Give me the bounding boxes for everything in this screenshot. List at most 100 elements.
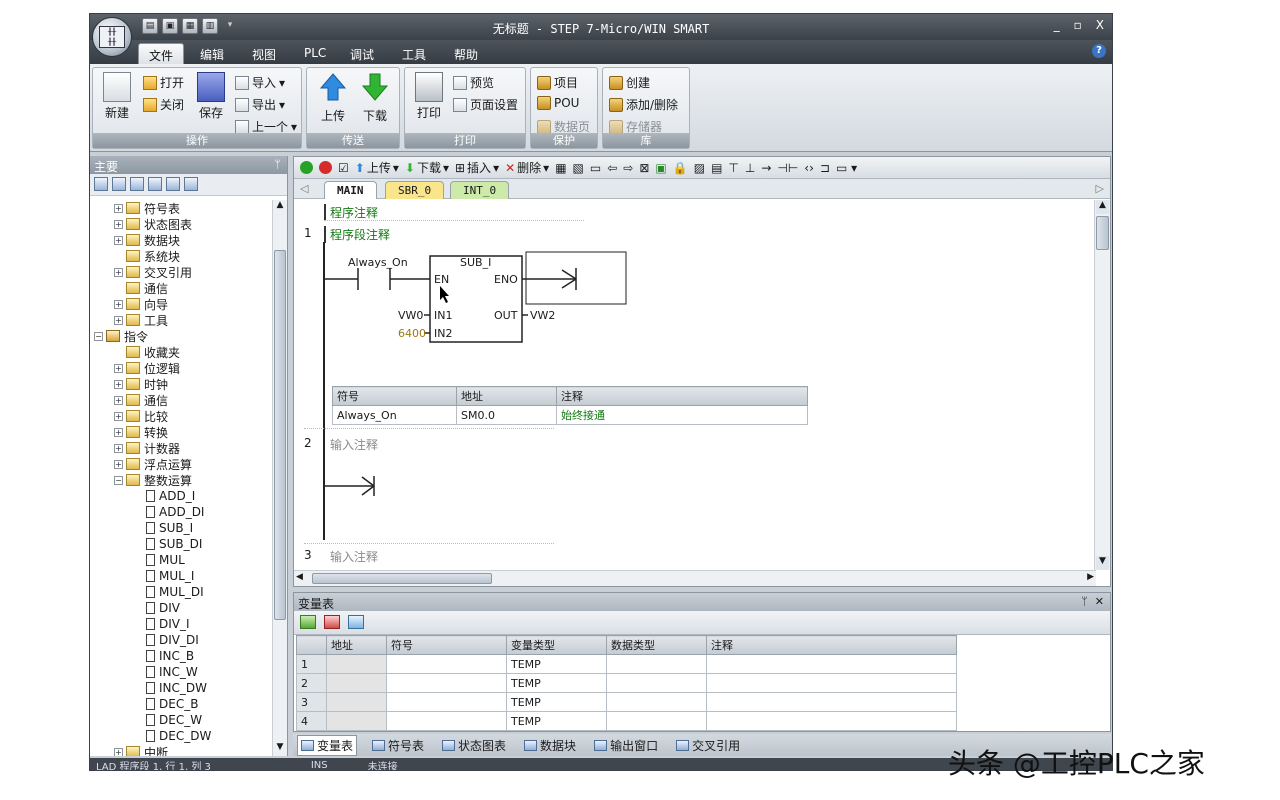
preview-button[interactable]: 预览	[453, 74, 494, 91]
create-library-button[interactable]: 创建	[609, 74, 650, 91]
tree-node[interactable]: + 比较	[90, 408, 272, 424]
tree-node[interactable]: MUL_I	[90, 568, 272, 584]
expand-icon[interactable]: +	[114, 203, 123, 213]
tree-node[interactable]: + 状态图表	[90, 216, 272, 232]
menu-tab-view[interactable]: 视图	[242, 43, 286, 64]
branch-up-icon[interactable]: ⊥	[745, 161, 755, 175]
tab-data-block[interactable]: 数据块	[521, 736, 579, 755]
export-button[interactable]: 导出 ▾	[235, 96, 285, 113]
table-row[interactable]: 3 TEMP	[296, 692, 957, 712]
tree-node[interactable]: 通信	[90, 280, 272, 296]
editor-download-button[interactable]: ⬇ 下载 ▾	[405, 159, 449, 176]
delete-box-icon[interactable]: ⊠	[639, 161, 649, 175]
comment-icon[interactable]: ▭ ▾	[836, 161, 857, 175]
cell-data-type[interactable]	[606, 692, 707, 712]
cell-comment[interactable]	[706, 654, 957, 674]
expand-icon[interactable]: +	[114, 427, 123, 437]
tree-node[interactable]: SUB_I	[90, 520, 272, 536]
cell-address[interactable]	[326, 673, 387, 693]
expand-icon[interactable]: +	[114, 747, 123, 756]
cell-var-type[interactable]: TEMP	[506, 673, 607, 693]
network-icon[interactable]: ▧	[573, 161, 584, 175]
contact-icon[interactable]: ⊣⊢	[777, 161, 798, 175]
delete-row-icon[interactable]	[324, 615, 340, 629]
tree-node[interactable]: INC_W	[90, 664, 272, 680]
tree-node[interactable]: DEC_W	[90, 712, 272, 728]
cell-address[interactable]	[326, 654, 387, 674]
editor-horizontal-scrollbar[interactable]: ◀ ▶	[294, 570, 1096, 586]
view-icon-3[interactable]	[130, 177, 144, 191]
tree-node[interactable]: + 数据块	[90, 232, 272, 248]
view-icon-1[interactable]	[94, 177, 108, 191]
close-button[interactable]: X	[1096, 18, 1104, 32]
tab-int-0[interactable]: INT_0	[450, 181, 510, 199]
scroll-right-icon[interactable]: ▶	[1087, 572, 1094, 582]
table-icon[interactable]: ▤	[711, 161, 722, 175]
table-row[interactable]: 2 TEMP	[296, 673, 957, 693]
expand-icon[interactable]: +	[114, 363, 123, 373]
tree-node[interactable]: + 符号表	[90, 200, 272, 216]
branch-down-icon[interactable]: ⊤	[728, 161, 738, 175]
insert-row-icon[interactable]	[300, 615, 316, 629]
out-operand[interactable]: VW2	[530, 309, 555, 322]
tree-node[interactable]: + 通信	[90, 392, 272, 408]
menu-tab-tools[interactable]: 工具	[392, 43, 436, 64]
expand-icon[interactable]: +	[114, 443, 123, 453]
scroll-down-icon[interactable]: ▼	[1096, 556, 1109, 570]
tree-node[interactable]: DEC_DW	[90, 728, 272, 744]
menu-tab-plc[interactable]: PLC	[294, 43, 336, 64]
cell-var-type[interactable]: TEMP	[506, 654, 607, 674]
tree-node[interactable]: + 浮点运算	[90, 456, 272, 472]
tree-node[interactable]: SUB_DI	[90, 536, 272, 552]
pin-icon[interactable]: ᛘ	[1081, 595, 1088, 608]
cell-comment[interactable]	[706, 673, 957, 693]
network-2-comment[interactable]: 输入注释	[330, 436, 378, 453]
tree-node[interactable]: 收藏夹	[90, 344, 272, 360]
tree-scroll-thumb[interactable]	[274, 250, 286, 620]
cell-symbol[interactable]	[386, 673, 507, 693]
box-icon[interactable]: ▭	[590, 161, 601, 175]
stop-icon[interactable]	[319, 161, 332, 174]
tree-node[interactable]: MUL	[90, 552, 272, 568]
maximize-button[interactable]: ▫	[1074, 18, 1082, 32]
menu-tab-edit[interactable]: 编辑	[190, 43, 234, 64]
tree-node[interactable]: 系统块	[90, 248, 272, 264]
scroll-up-icon[interactable]: ▲	[1096, 200, 1109, 214]
expand-icon[interactable]: +	[114, 379, 123, 389]
coil-icon[interactable]: ‹›	[804, 161, 814, 175]
expand-icon[interactable]: +	[114, 315, 123, 325]
tab-main[interactable]: MAIN	[324, 181, 377, 199]
save-button[interactable]: 保存	[191, 72, 231, 121]
open-button[interactable]: 打开	[143, 74, 184, 91]
cell-data-type[interactable]	[606, 711, 707, 731]
view-icon-5[interactable]	[166, 177, 180, 191]
cell-comment[interactable]	[706, 692, 957, 712]
bookmark-icon[interactable]: ▦	[555, 161, 566, 175]
page-setup-button[interactable]: 页面设置	[453, 96, 518, 113]
tree-node[interactable]: ADD_DI	[90, 504, 272, 520]
cell-symbol[interactable]	[386, 711, 507, 731]
tab-symbol-table[interactable]: 符号表	[369, 736, 427, 755]
tree-node[interactable]: + 计数器	[90, 440, 272, 456]
menu-tab-debug[interactable]: 调试	[340, 43, 384, 64]
box-insert-icon[interactable]: ⊐	[820, 161, 830, 175]
tree-node[interactable]: + 中断	[90, 744, 272, 756]
collapse-icon[interactable]: −	[114, 475, 123, 485]
view-icon-2[interactable]	[112, 177, 126, 191]
lock-icon[interactable]: 🔒	[673, 161, 688, 175]
tab-scroll-right-icon[interactable]: ▷	[1096, 182, 1104, 195]
tree-node[interactable]: + 转换	[90, 424, 272, 440]
close-file-button[interactable]: 关闭	[143, 96, 184, 113]
editor-vertical-scrollbar[interactable]: ▲ ▼	[1094, 200, 1110, 570]
tab-output-window[interactable]: 输出窗口	[591, 736, 661, 755]
tree-node[interactable]: MUL_DI	[90, 584, 272, 600]
cell-symbol[interactable]	[386, 692, 507, 712]
cell-address[interactable]	[326, 711, 387, 731]
editor-upload-button[interactable]: ⬆ 上传 ▾	[355, 159, 399, 176]
tab-scroll-left-icon[interactable]: ◁	[300, 182, 308, 195]
tab-sbr-0[interactable]: SBR_0	[385, 181, 445, 199]
cell-var-type[interactable]: TEMP	[506, 711, 607, 731]
tree-node[interactable]: ADD_I	[90, 488, 272, 504]
line-icon[interactable]: →	[761, 161, 771, 175]
view-icon-6[interactable]	[184, 177, 198, 191]
